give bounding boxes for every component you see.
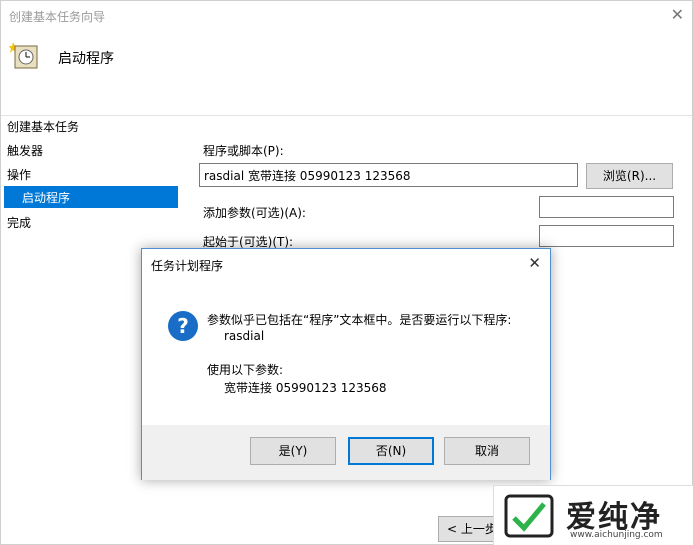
question-icon: ? [168,311,198,341]
cancel-button[interactable]: 取消 [444,437,530,465]
window-titlebar: 创建基本任务向导 ✕ [1,1,692,31]
watermark-url: www.aichunjing.com [570,530,663,540]
yes-button[interactable]: 是(Y) [250,437,336,465]
close-icon[interactable]: ✕ [671,5,684,24]
dialog-program: rasdial [224,329,265,343]
args-label: 添加参数(可选)(A): [203,206,306,220]
page-title: 启动程序 [58,51,114,67]
dialog-params-label: 使用以下参数: [207,363,284,377]
window-title: 创建基本任务向导 [9,10,106,24]
dialog-footer: 是(Y) 否(N) 取消 [142,425,550,480]
nav-item-trigger[interactable]: 触发器 [7,142,43,159]
task-clock-icon [9,42,38,69]
nav-item-start-program[interactable]: 启动程序 [4,186,178,208]
nav-section-title: 创建基本任务 [7,120,80,134]
dialog-title: 任务计划程序 [151,259,224,273]
args-input[interactable] [539,196,674,218]
program-input[interactable]: rasdial 宽带连接 05990123 123568 [199,163,578,187]
dialog-params: 宽带连接 05990123 123568 [224,381,387,395]
nav-item-action[interactable]: 操作 [7,166,31,183]
wizard-header: 启动程序 [1,31,692,116]
confirm-dialog: 任务计划程序 ✕ ? 参数似乎已包括在“程序”文本框中。是否要运行以下程序: r… [141,248,551,480]
nav-item-label: 启动程序 [22,191,71,205]
browse-button[interactable]: 浏览(R)... [586,163,673,189]
dialog-close-icon[interactable]: ✕ [528,254,541,272]
watermark-logo-icon [504,494,554,538]
nav-item-finish[interactable]: 完成 [7,214,31,231]
dialog-body: ? 参数似乎已包括在“程序”文本框中。是否要运行以下程序: rasdial 使用… [142,278,550,425]
startin-input[interactable] [539,225,674,247]
program-label: 程序或脚本(P): [203,144,284,158]
dialog-titlebar: 任务计划程序 ✕ [142,249,550,278]
no-button[interactable]: 否(N) [348,437,434,465]
watermark: 爱纯净 www.aichunjing.com [493,485,693,545]
dialog-message: 参数似乎已包括在“程序”文本框中。是否要运行以下程序: [207,313,512,327]
